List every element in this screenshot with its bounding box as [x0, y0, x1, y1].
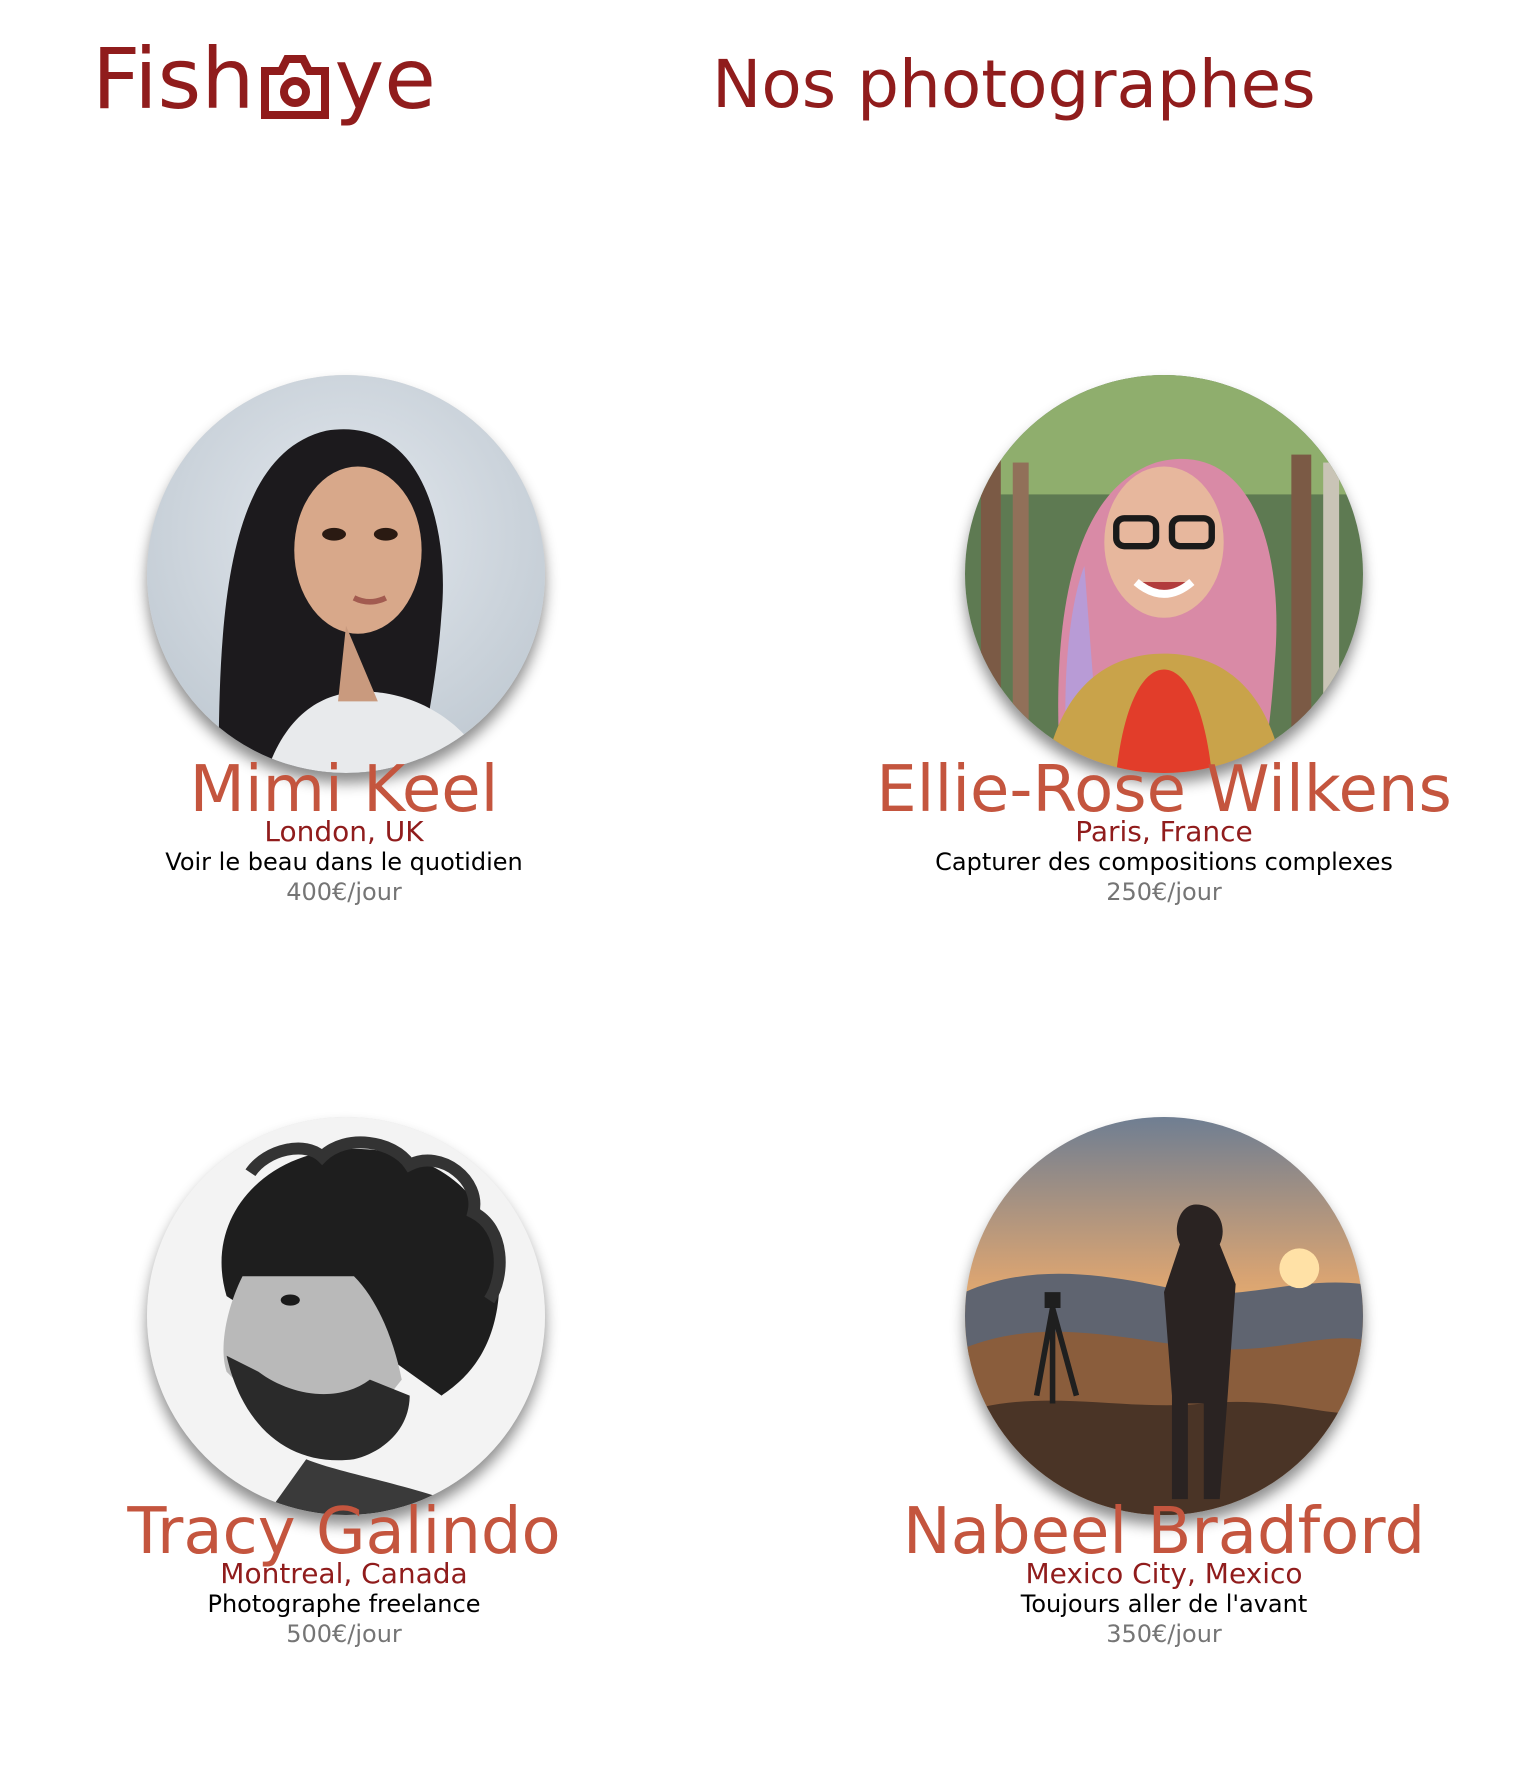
photographer-price: 350€/jour	[1106, 1620, 1222, 1648]
photographer-location: Mexico City, Mexico	[1025, 1557, 1303, 1590]
photographer-card-nabeel-bradford[interactable]: Nabeel Bradford Mexico City, Mexico Touj…	[844, 1082, 1484, 1722]
photographers-grid: Mimi Keel London, UK Voir le beau dans l…	[0, 0, 1532, 1782]
photographer-card-tracy-galindo[interactable]: Tracy Galindo Montreal, Canada Photograp…	[24, 1082, 664, 1722]
photographer-name: Nabeel Bradford	[902, 1495, 1426, 1569]
photographer-card-ellie-rose-wilkens[interactable]: Ellie-Rose Wilkens Paris, France Capture…	[844, 340, 1484, 980]
photographer-tagline: Toujours aller de l'avant	[1020, 1590, 1308, 1618]
photographer-tagline: Photographe freelance	[207, 1590, 481, 1618]
photographer-name: Ellie-Rose Wilkens	[876, 753, 1452, 827]
photographer-tagline: Capturer des compositions complexes	[935, 848, 1393, 876]
portrait-mimi-keel[interactable]	[147, 375, 545, 773]
photographer-tagline: Voir le beau dans le quotidien	[165, 848, 523, 876]
photographer-location: Montreal, Canada	[220, 1557, 468, 1590]
portrait-nabeel-bradford[interactable]	[965, 1117, 1363, 1515]
photographer-price: 250€/jour	[1106, 878, 1222, 906]
portrait-ellie-rose-wilkens[interactable]	[965, 375, 1363, 773]
photographer-price: 500€/jour	[286, 1620, 402, 1648]
photographer-name: Tracy Galindo	[127, 1495, 561, 1569]
photographer-location: London, UK	[264, 815, 424, 848]
photographer-location: Paris, France	[1075, 815, 1253, 848]
photographer-price: 400€/jour	[286, 878, 402, 906]
portrait-tracy-galindo[interactable]	[147, 1117, 545, 1515]
photographer-name: Mimi Keel	[189, 753, 499, 827]
photographer-card-mimi-keel[interactable]: Mimi Keel London, UK Voir le beau dans l…	[24, 340, 664, 980]
